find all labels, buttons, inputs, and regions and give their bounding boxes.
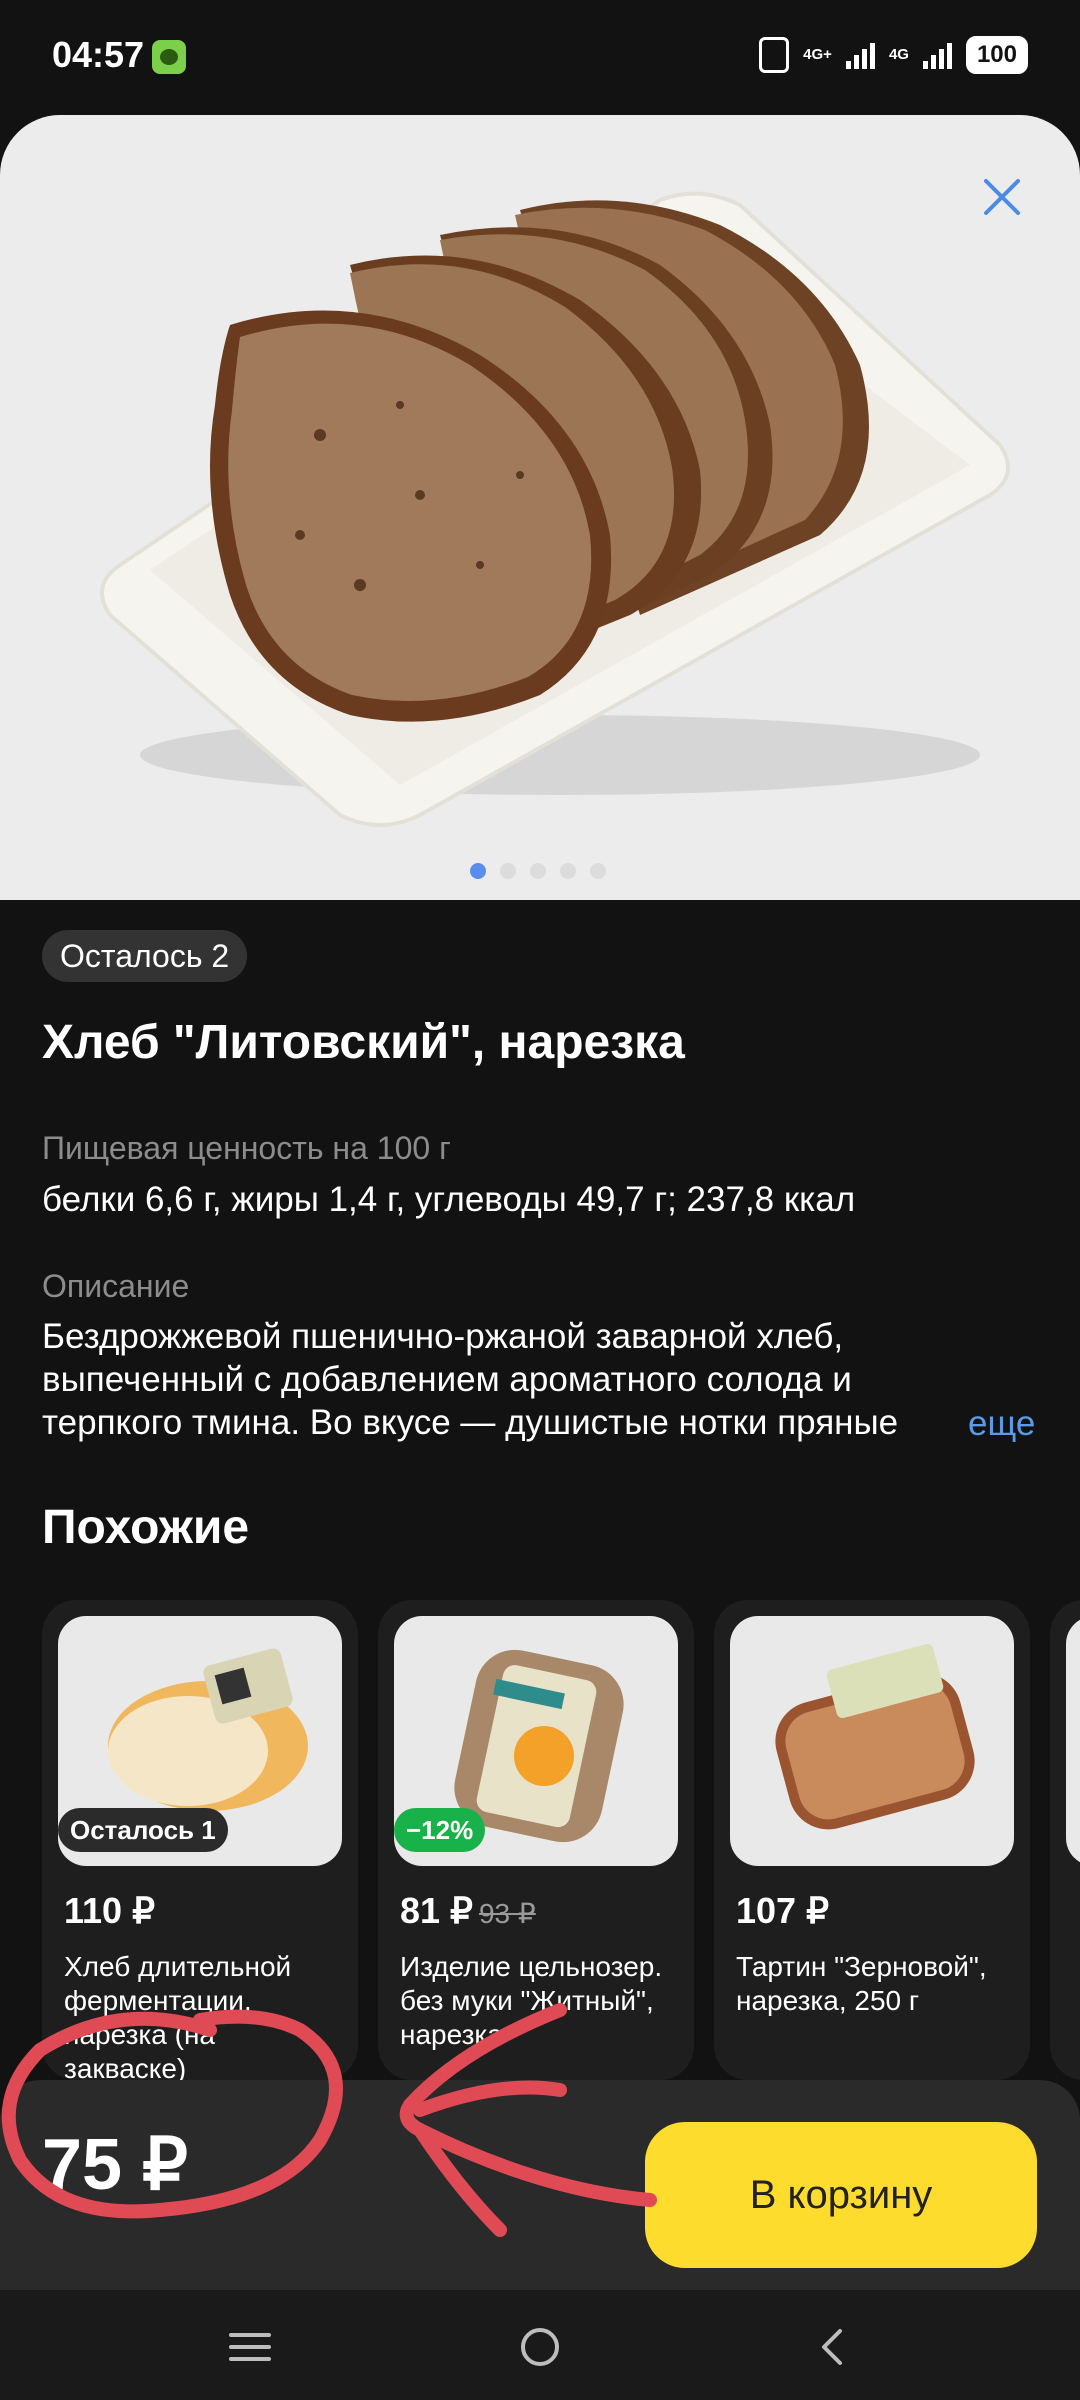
price-value: 81 ₽: [400, 1890, 473, 1931]
back-icon[interactable]: [808, 2325, 858, 2369]
add-to-cart-button[interactable]: В корзину: [645, 2122, 1037, 2268]
network-label-1: 4G+: [803, 46, 832, 63]
nutrition-label: Пищевая ценность на 100 г: [42, 1130, 451, 1166]
purchase-bar: 75 ₽ В корзину: [0, 2080, 1080, 2290]
home-icon[interactable]: [515, 2325, 565, 2369]
gallery-pagination: [470, 863, 606, 879]
similar-section-title: Похожие: [42, 1501, 250, 1554]
status-icons: 4G+ 4G 100: [759, 36, 1028, 74]
product-card-price: 107 ₽: [736, 1890, 829, 1932]
price-value: 110 ₽: [64, 1890, 155, 1931]
network-label-2: 4G: [888, 46, 909, 63]
product-image-gallery[interactable]: [0, 115, 1080, 900]
description-label: Описание: [42, 1268, 190, 1304]
status-time: 04:57: [52, 34, 145, 75]
system-nav-bar: [0, 2290, 1080, 2400]
battery-icon: 100: [965, 36, 1028, 74]
description-line: терпкого тмина. Во вкусе — душистые нотк…: [42, 1401, 942, 1444]
similar-carousel[interactable]: Осталось 1 110 ₽ Хлеб длительной фермент…: [42, 1600, 1080, 2080]
gallery-dot[interactable]: [500, 863, 516, 879]
description-text: Бездрожжевой пшенично-ржаной заварной хл…: [42, 1315, 982, 1444]
gallery-dot[interactable]: [470, 863, 486, 879]
menu-icon[interactable]: [225, 2325, 275, 2369]
nutrition-value: белки 6,6 г, жиры 1,4 г, углеводы 49,7 г…: [42, 1180, 856, 1219]
description-more-link[interactable]: еще: [968, 1404, 1035, 1444]
product-card-price: 110 ₽: [64, 1890, 155, 1932]
product-card-price: 81 ₽93 ₽: [400, 1890, 536, 1932]
gallery-dot[interactable]: [560, 863, 576, 879]
gallery-dot[interactable]: [590, 863, 606, 879]
product-card-image: [730, 1616, 1014, 1866]
product-card[interactable]: −12% 81 ₽93 ₽ Изделие цельнозер. без мук…: [378, 1600, 694, 2080]
signal-icon-1: [845, 41, 875, 69]
product-card[interactable]: Осталось 1 110 ₽ Хлеб длительной фермент…: [42, 1600, 358, 2080]
product-card-name: Изделие цельнозер. без муки "Житный", на…: [400, 1951, 663, 2050]
product-card-image: [1066, 1616, 1080, 1866]
product-card-name: Тартин "Зерновой", нарезка, 250 г: [736, 1951, 987, 2016]
product-card-name: Хлеб длительной ферментации, нарезка (на…: [64, 1951, 292, 2080]
discount-badge: −12%: [394, 1808, 486, 1852]
product-title: Хлеб "Литовский", нарезка: [42, 1016, 685, 1069]
vibrate-icon: [759, 37, 790, 73]
stock-badge: Осталось 1: [58, 1808, 228, 1852]
stock-badge: Осталось 2: [42, 930, 248, 982]
signal-icon-2: [922, 41, 952, 69]
old-price: 93 ₽: [478, 1898, 536, 1929]
description-line: выпеченный с добавлением ароматного соло…: [42, 1360, 852, 1399]
description-line: Бездрожжевой пшенично-ржаной заварной хл…: [42, 1317, 844, 1356]
close-icon[interactable]: [980, 175, 1024, 219]
product-card[interactable]: [1050, 1600, 1080, 2080]
app-notification-icon: [152, 40, 186, 74]
product-card[interactable]: 107 ₽ Тартин "Зерновой", нарезка, 250 г: [714, 1600, 1030, 2080]
status-bar: 04:57 4G+ 4G 100: [0, 0, 1080, 115]
product-price: 75 ₽: [42, 2125, 188, 2205]
gallery-dot[interactable]: [530, 863, 546, 879]
price-value: 107 ₽: [736, 1890, 829, 1931]
bread-image: [100, 191, 1010, 827]
